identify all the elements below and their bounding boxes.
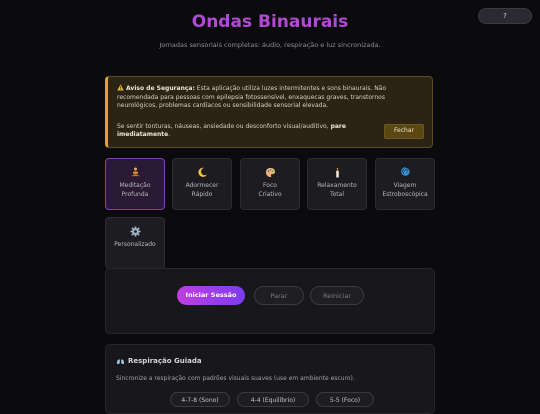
candle-icon [335,167,339,178]
mode-label-line2: Profunda [121,190,149,198]
mode-label-line1: Relaxamento [317,182,357,189]
mode-card-relax[interactable]: Relaxamento Total [307,158,367,210]
meditation-icon [130,167,140,177]
mode-label-line2: Rápido [191,190,213,198]
safety-warning: Aviso de Segurança: Esta aplicação utili… [105,76,433,148]
restart-button[interactable]: Reiniciar [310,286,364,305]
mode-card-custom[interactable]: Personalizado [105,217,165,269]
mode-card-meditation[interactable]: Meditação Profunda [105,158,165,210]
mode-label-line2: Total [329,190,344,198]
spiral-icon [400,167,410,176]
mode-label-line1: Personalizado [114,241,156,248]
warning-instruction-end: . [168,131,171,139]
breathing-panel: Respiração Guiada Sincronize a respiraçã… [105,344,435,414]
page-subtitle: Jornadas sensoriais completas: áudio, re… [159,41,381,49]
mode-label-line1: Foco [263,182,277,189]
mode-card-strobe[interactable]: Viagem Estroboscópica [375,158,435,210]
breathing-title: Respiração Guiada [128,356,202,365]
mode-label-line2: Criativo [258,190,282,198]
session-controls-panel: Iniciar Sessão Parar Reiniciar [105,268,435,334]
warning-icon [117,84,124,91]
breathing-description: Sincronize a respiração com padrões visu… [116,375,355,382]
gear-icon [129,226,141,237]
lungs-icon [116,356,125,365]
mode-label-line1: Viagem [393,182,417,189]
start-session-button[interactable]: Iniciar Sessão [177,286,245,305]
warning-heading: Aviso de Segurança: [126,85,195,92]
mode-label-line1: Adormecer [185,182,219,189]
moon-icon [197,167,207,177]
mode-label-line2: Estroboscópica [382,190,428,198]
palette-icon [265,167,275,178]
warning-instruction: Se sentir tonturas, náuseas, ansiedade o… [117,122,329,130]
stop-button[interactable]: Parar [254,286,304,305]
close-warning-button[interactable]: Fechar [383,124,424,139]
mode-card-focus[interactable]: Foco Criativo [240,158,300,210]
mode-card-sleep[interactable]: Adormecer Rápido [172,158,232,210]
page-title: Ondas Binaurais [191,12,349,32]
mode-label-line1: Meditação [119,182,151,189]
